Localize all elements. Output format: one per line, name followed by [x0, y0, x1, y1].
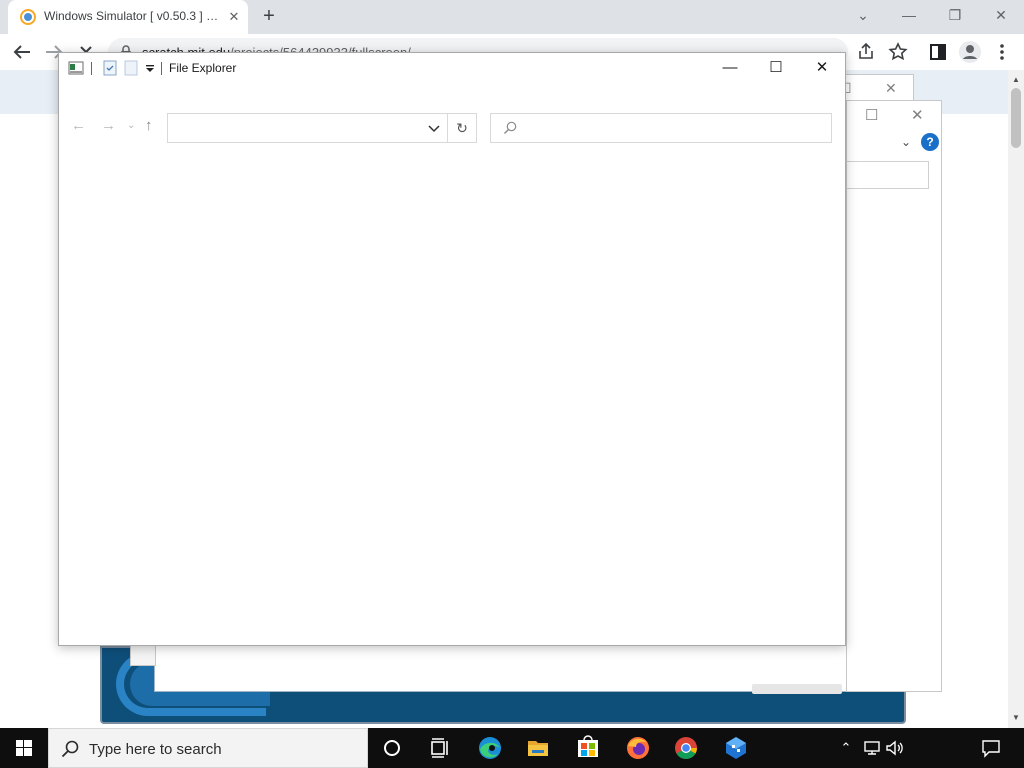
tab-search-icon[interactable]: ⌄ — [840, 0, 886, 30]
edge-icon[interactable] — [466, 728, 514, 768]
file-explorer-window: File Explorer — ☐ ✕ ← → ⌄ ↑ ↻ — [58, 52, 846, 646]
address-field[interactable] — [167, 113, 477, 143]
search-field[interactable] — [490, 113, 832, 143]
search-icon — [504, 121, 517, 134]
new-folder-icon[interactable] — [124, 60, 138, 76]
properties-icon[interactable] — [103, 60, 117, 76]
browser-tab[interactable]: Windows Simulator [ v0.50.3 ] on Scratch… — [8, 0, 248, 34]
menu-kebab-icon[interactable] — [990, 40, 1014, 64]
windows-taskbar: Type here to search ⌃ — [0, 728, 1024, 768]
file-explorer-app-icon — [68, 61, 84, 75]
ribbon-expand-chevron-icon[interactable]: ⌄ — [901, 135, 911, 149]
background-window-2: ☐ ✕ ⌄ ? — [845, 100, 942, 692]
task-view-icon[interactable] — [416, 728, 464, 768]
browser-restore-button[interactable]: ❐ — [932, 0, 978, 30]
address-dropdown-chevron-icon[interactable] — [426, 120, 442, 136]
recent-locations-chevron-icon[interactable]: ⌄ — [127, 117, 135, 135]
minimize-button[interactable]: — — [707, 53, 753, 83]
background-window-corner — [130, 644, 156, 666]
start-button[interactable] — [0, 728, 48, 768]
background-window-1: ☐ ✕ — [836, 74, 914, 102]
refresh-button[interactable]: ↻ — [447, 113, 477, 143]
volume-icon[interactable] — [884, 738, 906, 758]
close-button[interactable]: ✕ — [799, 53, 845, 83]
background-button[interactable] — [752, 684, 842, 694]
file-explorer-taskbar-icon[interactable] — [514, 728, 562, 768]
window-title: File Explorer — [169, 61, 237, 75]
scratch-favicon-icon — [20, 9, 36, 25]
notification-center-icon[interactable] — [980, 738, 1002, 758]
forward-icon[interactable]: → — [101, 117, 116, 135]
tab-close-icon[interactable]: ✕ — [226, 9, 242, 25]
chrome-icon[interactable] — [662, 728, 710, 768]
page-scrollbar[interactable]: ▲ ▼ — [1008, 70, 1024, 728]
windows-logo-icon — [16, 740, 32, 756]
network-icon[interactable] — [862, 738, 882, 758]
bg-window-2-field[interactable] — [845, 161, 929, 189]
bookmark-star-icon[interactable] — [886, 40, 910, 64]
browser-minimize-button[interactable]: — — [886, 0, 932, 30]
browser-tabstrip: Windows Simulator [ v0.50.3 ] on Scratch… — [0, 0, 1024, 34]
help-icon[interactable]: ? — [921, 133, 939, 151]
bg-window-2-close-icon[interactable]: ✕ — [911, 108, 924, 123]
new-tab-button[interactable]: + — [258, 6, 280, 28]
customize-quick-access-icon[interactable] — [145, 60, 155, 76]
tray-overflow-chevron-icon[interactable]: ⌃ — [838, 738, 854, 758]
scroll-up-arrow-icon[interactable]: ▲ — [1008, 72, 1024, 88]
browser-close-button[interactable]: ✕ — [978, 0, 1024, 30]
title-separator — [161, 62, 162, 75]
taskbar-search-box[interactable]: Type here to search — [48, 728, 368, 768]
store-icon[interactable] — [564, 728, 612, 768]
file-explorer-titlebar[interactable]: File Explorer — ☐ ✕ — [59, 53, 845, 83]
search-icon — [61, 740, 79, 758]
scrollbar-thumb[interactable] — [1011, 88, 1021, 148]
up-icon[interactable]: ↑ — [145, 117, 153, 135]
bg-window-1-close-icon[interactable]: ✕ — [885, 81, 897, 95]
search-placeholder: Type here to search — [89, 741, 222, 758]
maximize-button[interactable]: ☐ — [753, 53, 799, 83]
scroll-down-arrow-icon[interactable]: ▼ — [1008, 710, 1024, 726]
share-icon[interactable] — [854, 40, 878, 64]
bg-window-2-maximize-icon[interactable]: ☐ — [865, 108, 878, 123]
back-icon[interactable]: ← — [71, 117, 86, 135]
tab-title: Windows Simulator [ v0.50.3 ] on Scratch — [44, 9, 224, 23]
profile-avatar-icon[interactable] — [958, 40, 982, 64]
back-arrow-icon[interactable] — [10, 40, 34, 64]
quick-access-separator — [91, 62, 92, 75]
cortana-icon[interactable] — [368, 728, 416, 768]
firefox-icon[interactable] — [614, 728, 662, 768]
side-panel-icon[interactable] — [926, 40, 950, 64]
blue-app-icon[interactable] — [712, 728, 760, 768]
